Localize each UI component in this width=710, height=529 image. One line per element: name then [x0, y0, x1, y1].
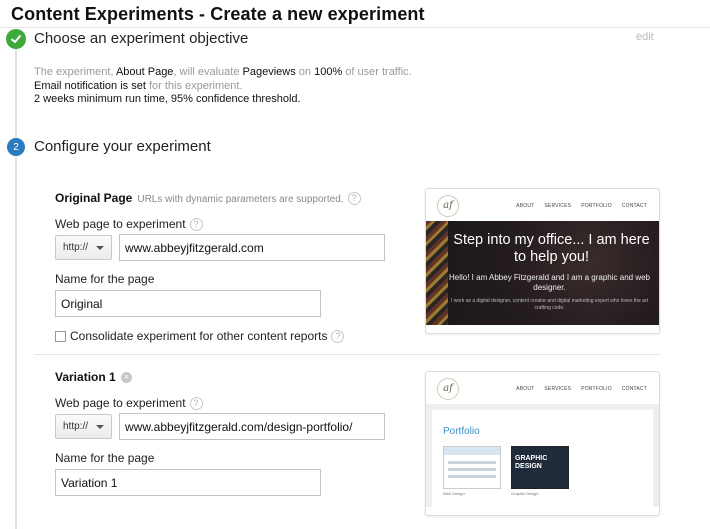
preview-portfolio-heading: Portfolio: [443, 426, 480, 437]
summary-email-status: Email notification is set: [34, 79, 146, 92]
help-icon[interactable]: ?: [347, 192, 361, 206]
remove-variation-icon[interactable]: ×: [120, 372, 132, 384]
preview-nav-item: CONTACT: [621, 386, 647, 392]
objective-summary: The experiment, About Page, will evaluat…: [34, 66, 412, 107]
preview-nav-item: PORTFOLIO: [581, 386, 612, 392]
site-logo: af: [437, 378, 459, 400]
portfolio-thumbnail-graphic: GRAPHIC DESIGN: [511, 446, 569, 489]
help-icon[interactable]: ?: [189, 218, 203, 232]
variation1-url-label: Web page to experiment?: [55, 396, 203, 411]
variation1-url-input[interactable]: www.abbeyjfitzgerald.com/design-portfoli…: [119, 413, 385, 440]
original-page-preview: af ABOUT SERVICES PORTFOLIO CONTACT Step in…: [425, 188, 660, 334]
chevron-down-icon: [96, 246, 104, 250]
summary-text: for this experiment.: [145, 79, 243, 92]
summary-metric: Pageviews: [242, 66, 296, 78]
preview-nav: ABOUT SERVICES PORTFOLIO CONTACT: [506, 386, 647, 392]
preview-site-header: af ABOUT SERVICES PORTFOLIO CONTACT: [426, 372, 659, 404]
portfolio-thumbnail-web: [443, 446, 501, 489]
preview-portfolio-body: Portfolio GRAPHIC DESIGN Web Design Grap…: [426, 404, 659, 507]
preview-nav-item: SERVICES: [544, 203, 572, 209]
thumbnail-caption: Web Design: [443, 491, 465, 496]
edit-objective-link[interactable]: edit: [636, 31, 654, 43]
thumbnail-caption: Graphic Design: [511, 491, 539, 496]
summary-text: The experiment,: [34, 66, 116, 78]
original-page-title: Original Page: [55, 191, 133, 205]
original-name-input[interactable]: Original: [55, 290, 321, 317]
variation-page-preview: af ABOUT SERVICES PORTFOLIO CONTACT Portfol…: [425, 371, 660, 516]
consolidate-option: Consolidate experiment for other content…: [55, 329, 345, 343]
original-url-label: Web page to experiment?: [55, 217, 203, 232]
step2-number-badge: 2: [7, 138, 25, 156]
original-url-label-text: Web page to experiment: [55, 217, 186, 231]
section-divider: [34, 354, 661, 355]
variation1-protocol-value: http://: [63, 421, 89, 432]
site-logo: af: [437, 195, 459, 217]
hero-decoration: [426, 221, 448, 325]
preview-nav-item: ABOUT: [516, 203, 535, 209]
variation1-protocol-select[interactable]: http://: [55, 414, 112, 439]
variation1-name-input[interactable]: Variation 1: [55, 469, 321, 496]
variation1-heading: Variation 1 ×: [55, 370, 132, 384]
preview-intro: Hello! I am Abbey Fitzgerald and I am a …: [449, 273, 650, 292]
help-icon[interactable]: ?: [331, 329, 345, 343]
page-title: Content Experiments - Create a new exper…: [11, 4, 425, 24]
variation1-title: Variation 1: [55, 370, 116, 384]
original-page-heading: Original Page URLs with dynamic parameter…: [55, 191, 361, 206]
summary-traffic: 100%: [314, 66, 343, 78]
original-name-label: Name for the page: [55, 272, 155, 286]
original-url-input[interactable]: www.abbeyjfitzgerald.com: [119, 234, 385, 261]
step2-title: Configure your experiment: [34, 138, 211, 155]
dynamic-params-note: URLs with dynamic parameters are support…: [137, 194, 344, 205]
original-protocol-value: http://: [63, 242, 89, 253]
preview-nav: ABOUT SERVICES PORTFOLIO CONTACT: [506, 203, 647, 209]
step-timeline: [15, 38, 17, 529]
step1-title: Choose an experiment objective: [34, 30, 249, 47]
preview-nav-item: CONTACT: [621, 203, 647, 209]
help-icon[interactable]: ?: [189, 397, 203, 411]
preview-detail: I work as a digital designer, content cr…: [450, 298, 649, 311]
thumbnail-text: GRAPHIC DESIGN: [515, 455, 548, 470]
summary-text: , will evaluate: [173, 66, 243, 78]
preview-nav-item: ABOUT: [516, 386, 535, 392]
chevron-down-icon: [96, 425, 104, 429]
summary-text: on: [295, 66, 315, 78]
preview-hero: Step into my office... I am here to help…: [426, 221, 659, 325]
consolidate-label: Consolidate experiment for other content…: [70, 329, 328, 343]
variation1-url-label-text: Web page to experiment: [55, 396, 186, 410]
variation1-name-label: Name for the page: [55, 451, 155, 465]
title-divider: [0, 27, 710, 28]
preview-headline: Step into my office... I am here to help…: [453, 232, 650, 265]
preview-nav-item: PORTFOLIO: [581, 203, 612, 209]
step-complete-check-icon: [6, 29, 26, 49]
summary-page-name: About Page: [115, 66, 174, 78]
preview-site-header: af ABOUT SERVICES PORTFOLIO CONTACT: [426, 189, 659, 221]
original-protocol-select[interactable]: http://: [55, 235, 112, 260]
summary-text: of user traffic.: [342, 66, 412, 78]
summary-runtime: 2 weeks minimum run time, 95% confidence…: [34, 93, 301, 105]
preview-nav-item: SERVICES: [544, 386, 572, 392]
consolidate-checkbox[interactable]: [55, 330, 66, 342]
